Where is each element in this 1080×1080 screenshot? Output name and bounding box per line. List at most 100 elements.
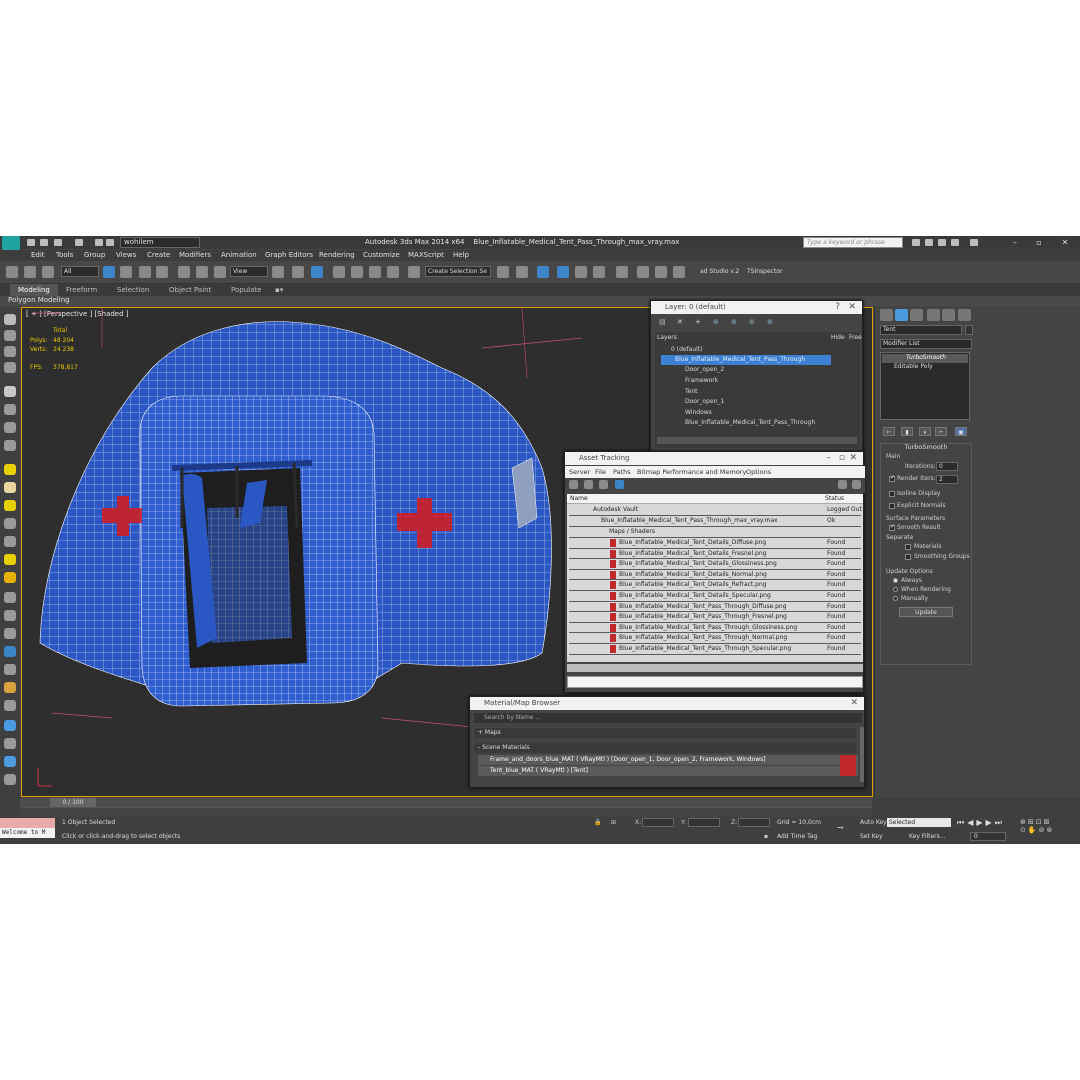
iterations-spinner[interactable]: 0 <box>936 462 958 471</box>
named-selection-dropdown[interactable]: Create Selection Se <box>425 266 491 277</box>
move-icon[interactable] <box>178 266 190 278</box>
layer-row[interactable]: Framework <box>661 376 831 386</box>
remove-modifier-icon[interactable]: ⌐ <box>935 427 947 436</box>
menu-edit[interactable]: Edit <box>31 251 45 259</box>
asset-row-file[interactable]: Blue_Inflatable_Medical_Tent_Pass_Throug… <box>569 516 861 527</box>
make-unique-icon[interactable]: ∨ <box>919 427 931 436</box>
tool-icon-26[interactable] <box>4 774 16 785</box>
layer-row[interactable]: Windows <box>661 408 831 418</box>
tool-icon-6[interactable] <box>4 404 16 415</box>
z-coordinate-field[interactable] <box>738 818 770 827</box>
menu-views[interactable]: Views <box>116 251 136 259</box>
ribbon-toggle-icon[interactable] <box>575 266 587 278</box>
asset-map-row[interactable]: Blue_Inflatable_Medical_Tent_Pass_Throug… <box>569 644 861 655</box>
update-button[interactable]: Update <box>899 607 953 617</box>
asset-map-row[interactable]: Blue_Inflatable_Medical_Tent_Details_Nor… <box>569 569 861 581</box>
reference-coord-dropdown[interactable]: View <box>230 266 268 277</box>
curve-editor-icon[interactable] <box>593 266 605 278</box>
select-layer-icon[interactable]: ⊕ <box>713 318 719 326</box>
menu-animation[interactable]: Animation <box>221 251 257 259</box>
asset-pin-icon[interactable] <box>852 480 861 489</box>
create-tab-icon[interactable] <box>880 309 893 321</box>
align-icon[interactable] <box>516 266 528 278</box>
configure-modifier-icon[interactable]: ▣ <box>955 427 967 436</box>
time-slider-thumb[interactable]: 0 / 100 <box>50 798 96 807</box>
tab-freeform[interactable]: Freeform <box>66 286 97 294</box>
track-bar[interactable] <box>20 807 872 817</box>
tool-icon-21[interactable] <box>4 682 16 693</box>
key-filters-button[interactable]: Key Filters... <box>909 833 946 840</box>
asset-maximize-icon[interactable]: ▫ <box>839 452 845 465</box>
menu-help[interactable]: Help <box>453 251 469 259</box>
material-browser-title[interactable]: Material/Map Browser <box>470 697 864 710</box>
asset-row-vault[interactable]: Autodesk Vault Logged Out <box>569 505 862 516</box>
tool-icon-10[interactable] <box>4 482 16 493</box>
edit-named-selection-icon[interactable] <box>408 266 420 278</box>
manually-radio[interactable] <box>893 596 898 601</box>
spinner-snap-icon[interactable] <box>387 266 399 278</box>
smooth-result-checkbox[interactable] <box>889 523 895 531</box>
schematic-view-icon[interactable] <box>616 266 628 278</box>
hold-icon[interactable] <box>95 239 103 246</box>
asset-hscrollbar[interactable] <box>567 664 863 672</box>
layer-row[interactable]: 0 (default) <box>661 345 831 355</box>
tab-modeling[interactable]: Modeling <box>10 284 58 296</box>
delete-layer-icon[interactable]: ✕ <box>677 318 683 326</box>
render-icon[interactable] <box>673 266 685 278</box>
redo-icon[interactable] <box>75 239 83 246</box>
star-icon[interactable] <box>951 239 959 246</box>
favorites-icon[interactable] <box>938 239 946 246</box>
tab-polygon-modeling[interactable]: Polygon Modeling <box>8 296 70 304</box>
layer-explorer-icon[interactable] <box>557 266 569 278</box>
rect-selection-icon[interactable] <box>139 266 151 278</box>
percent-snap-icon[interactable] <box>369 266 381 278</box>
layer-dialog-title[interactable]: Layer: 0 (default) <box>651 301 862 314</box>
menu-tools[interactable]: Tools <box>56 251 73 259</box>
stack-item-editable-poly[interactable]: Editable Poly <box>882 363 968 372</box>
material-editor-icon[interactable] <box>637 266 649 278</box>
menu-customize[interactable]: Customize <box>363 251 400 259</box>
material-search-input[interactable]: Search by Name ... <box>474 713 862 723</box>
unlink-icon[interactable] <box>24 266 36 278</box>
close-icon[interactable]: ✕ <box>1058 237 1072 248</box>
render-iters-checkbox[interactable] <box>889 474 895 482</box>
asset-path-field[interactable] <box>567 676 863 688</box>
key-mode-dropdown[interactable]: Selected <box>887 818 951 827</box>
scene-explorer-icon[interactable] <box>537 266 549 278</box>
layer-row[interactable]: Tent <box>661 387 831 397</box>
auto-key-button[interactable]: Auto Key <box>860 819 887 826</box>
add-layer-icon[interactable]: + <box>695 318 701 326</box>
plugin-tsinspector[interactable]: TSInspector <box>747 268 782 275</box>
tab-populate[interactable]: Populate <box>231 286 261 294</box>
time-slider[interactable]: 0 / 100 <box>20 798 872 807</box>
explicit-normals-checkbox[interactable] <box>889 503 895 509</box>
y-coordinate-field[interactable] <box>688 818 720 827</box>
tool-icon-25[interactable] <box>4 756 16 767</box>
open-file-icon[interactable] <box>40 239 48 246</box>
tool-icon-22[interactable] <box>4 700 16 711</box>
fetch-icon[interactable] <box>106 239 114 246</box>
app-logo-icon[interactable] <box>2 236 20 250</box>
communication-center-icon[interactable] <box>925 239 933 246</box>
object-name-input[interactable]: Tent <box>880 325 962 335</box>
menu-maxscript[interactable]: MAXScript <box>408 251 444 259</box>
always-radio[interactable] <box>893 578 898 583</box>
asset-minimize-icon[interactable]: – <box>827 452 832 465</box>
hide-all-icon[interactable]: ⊕ <box>749 318 755 326</box>
menu-modifiers[interactable]: Modifiers <box>179 251 211 259</box>
workspace-dropdown[interactable]: wohilem <box>120 237 200 248</box>
rotate-icon[interactable] <box>196 266 208 278</box>
asset-close-icon[interactable]: ✕ <box>849 452 857 465</box>
tool-icon-19[interactable] <box>4 646 16 657</box>
bind-space-warp-icon[interactable] <box>42 266 54 278</box>
tool-icon-7[interactable] <box>4 422 16 433</box>
ribbon-options-icon[interactable]: ▪▾ <box>275 286 283 294</box>
menu-group[interactable]: Group <box>84 251 105 259</box>
maxscript-mini[interactable] <box>0 818 55 828</box>
render-iters-spinner[interactable]: 2 <box>936 475 958 484</box>
display-tab-icon[interactable] <box>942 309 955 321</box>
smoothing-groups-checkbox[interactable] <box>905 554 911 560</box>
asset-map-row[interactable]: Blue_Inflatable_Medical_Tent_Details_Spe… <box>569 591 861 602</box>
when-rendering-radio[interactable] <box>893 587 898 592</box>
materials-checkbox[interactable] <box>905 544 911 550</box>
